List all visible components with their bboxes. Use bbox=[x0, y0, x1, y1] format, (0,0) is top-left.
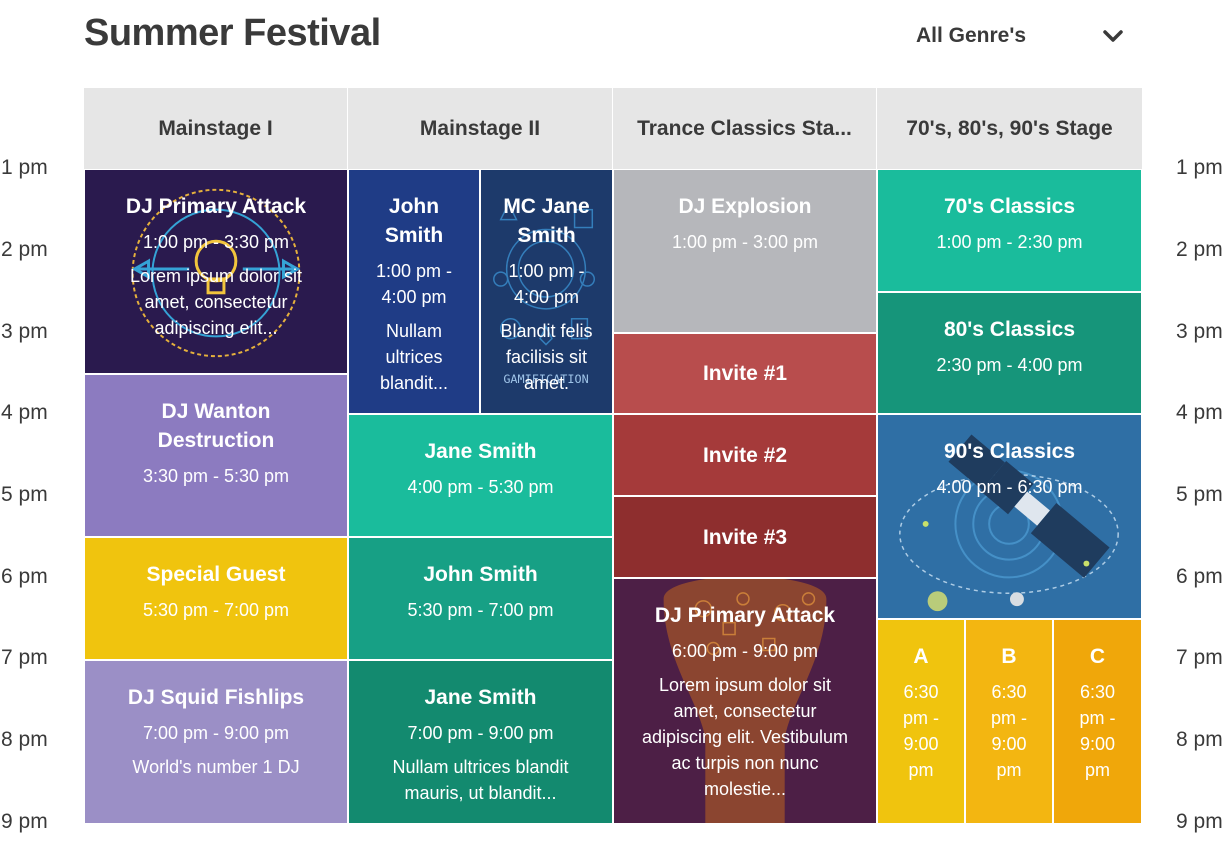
event-description: Blandit felis facilisis sit amet. bbox=[500, 321, 593, 393]
genre-filter-dropdown[interactable]: All Genre's bbox=[916, 20, 1126, 52]
time-label-right: 6 pm bbox=[1176, 565, 1223, 588]
stage-header-retro-stage: 70's, 80's, 90's Stage bbox=[877, 88, 1142, 169]
event-description: World's number 1 DJ bbox=[132, 757, 300, 777]
time-label-right: 1 pm bbox=[1176, 156, 1223, 179]
time-label-left: 4 pm bbox=[1, 401, 48, 424]
genre-filter-label: All Genre's bbox=[916, 24, 1027, 47]
event-jane-smith[interactable]: Jane Smith 4:00 pm - 5:30 pm bbox=[348, 414, 613, 537]
event-b[interactable]: B 6:30 pm - 9:00 pm bbox=[965, 619, 1053, 824]
event-name: Invite #1 bbox=[702, 362, 788, 385]
event-name: Special Guest bbox=[146, 563, 286, 586]
time-label-left: 7 pm bbox=[1, 646, 48, 669]
time-label-right: 8 pm bbox=[1176, 728, 1223, 751]
event-c[interactable]: C 6:30 pm - 9:00 pm bbox=[1053, 619, 1142, 824]
event-name: Invite #2 bbox=[702, 443, 788, 467]
event-mc-jane-smith[interactable]: GAMIFICATION MC Jane Smith 1:00 pm - 4:0… bbox=[480, 169, 613, 414]
event-name: DJ Primary Attack bbox=[654, 604, 836, 627]
event-invite-2[interactable]: Invite #2 bbox=[613, 414, 877, 496]
event-90s-classics[interactable]: 90's Classics 4:00 pm - 6:30 pm bbox=[877, 414, 1142, 619]
time-label-right: 9 pm bbox=[1176, 810, 1223, 833]
event-dj-explosion[interactable]: DJ Explosion 1:00 pm - 3:00 pm bbox=[613, 169, 877, 333]
event-description: Lorem ipsum dolor sit amet, consectetur … bbox=[129, 266, 303, 338]
time-label-right: 3 pm bbox=[1176, 320, 1223, 343]
event-time: 5:30 pm - 7:00 pm bbox=[142, 600, 290, 620]
event-name: DJ Explosion bbox=[678, 195, 812, 218]
stage-header-trance-classics: Trance Classics Sta... bbox=[613, 88, 877, 169]
stage-header-mainstage-2: Mainstage II bbox=[348, 88, 613, 169]
event-name: Jane Smith bbox=[424, 440, 537, 463]
page-title: Summer Festival bbox=[84, 12, 381, 54]
event-name: DJ Squid Fishlips bbox=[127, 686, 305, 709]
event-jane-smith-2[interactable]: Jane Smith 7:00 pm - 9:00 pm Nullam ultr… bbox=[348, 660, 613, 824]
event-name: DJ Wanton Destruction bbox=[157, 400, 275, 452]
event-time: 4:00 pm - 6:30 pm bbox=[936, 477, 1083, 497]
stage-header-mainstage-1: Mainstage I bbox=[84, 88, 348, 169]
event-name: C bbox=[1089, 645, 1106, 668]
event-description: Lorem ipsum dolor sit amet, consectetur … bbox=[641, 675, 849, 799]
event-name: Invite #3 bbox=[702, 525, 788, 549]
event-name: MC Jane Smith bbox=[503, 195, 590, 247]
event-time: 1:00 pm - 2:30 pm bbox=[936, 232, 1083, 252]
event-time: 3:30 pm - 5:30 pm bbox=[142, 466, 290, 486]
event-name: 80's Classics bbox=[943, 318, 1076, 341]
event-name: John Smith bbox=[423, 563, 538, 586]
schedule-grid: Mainstage I Mainstage II Trance Classics… bbox=[84, 88, 1142, 824]
time-label-left: 5 pm bbox=[1, 483, 48, 506]
time-label-right: 2 pm bbox=[1176, 238, 1223, 261]
event-dj-primary-attack[interactable]: DJ Primary Attack 1:00 pm - 3:30 pm Lore… bbox=[84, 169, 348, 374]
event-time: 1:00 pm - 3:30 pm bbox=[142, 232, 290, 252]
time-label-left: 8 pm bbox=[1, 728, 48, 751]
event-name: 70's Classics bbox=[943, 195, 1076, 218]
event-time: 6:30 pm - 9:00 pm bbox=[903, 682, 939, 780]
event-invite-1[interactable]: Invite #1 bbox=[613, 333, 877, 414]
event-dj-wanton-destruction[interactable]: DJ Wanton Destruction 3:30 pm - 5:30 pm bbox=[84, 374, 348, 537]
time-label-left: 2 pm bbox=[1, 238, 48, 261]
time-label-left: 9 pm bbox=[1, 810, 48, 833]
event-time: 5:30 pm - 7:00 pm bbox=[407, 600, 554, 620]
time-label-left: 3 pm bbox=[1, 320, 48, 343]
event-time: 7:00 pm - 9:00 pm bbox=[407, 723, 554, 743]
chevron-down-icon bbox=[1100, 23, 1126, 49]
event-name: 90's Classics bbox=[943, 440, 1076, 463]
time-label-right: 5 pm bbox=[1176, 483, 1223, 506]
event-john-smith[interactable]: John Smith 1:00 pm - 4:00 pm Nullam ultr… bbox=[348, 169, 480, 414]
event-john-smith-2[interactable]: John Smith 5:30 pm - 7:00 pm bbox=[348, 537, 613, 660]
event-description: Nullam ultrices blandit... bbox=[379, 321, 449, 393]
event-time: 7:00 pm - 9:00 pm bbox=[142, 723, 290, 743]
event-invite-3[interactable]: Invite #3 bbox=[613, 496, 877, 578]
time-label-left: 6 pm bbox=[1, 565, 48, 588]
event-time: 6:30 pm - 9:00 pm bbox=[1079, 682, 1116, 780]
event-name: John Smith bbox=[384, 195, 444, 247]
event-special-guest[interactable]: Special Guest 5:30 pm - 7:00 pm bbox=[84, 537, 348, 660]
time-label-right: 4 pm bbox=[1176, 401, 1223, 424]
event-name: A bbox=[913, 645, 929, 668]
event-description: Nullam ultrices blandit mauris, ut bland… bbox=[392, 757, 569, 803]
event-name: Jane Smith bbox=[424, 686, 537, 709]
event-name: DJ Primary Attack bbox=[125, 195, 307, 218]
time-label-right: 7 pm bbox=[1176, 646, 1223, 669]
event-time: 1:00 pm - 4:00 pm bbox=[508, 261, 585, 307]
event-time: 6:00 pm - 9:00 pm bbox=[671, 641, 819, 661]
event-dj-primary-attack-2[interactable]: DJ Primary Attack 6:00 pm - 9:00 pm Lore… bbox=[613, 578, 877, 824]
event-time: 2:30 pm - 4:00 pm bbox=[936, 355, 1083, 375]
time-label-left: 1 pm bbox=[1, 156, 48, 179]
event-time: 1:00 pm - 3:00 pm bbox=[671, 232, 819, 252]
event-80s-classics[interactable]: 80's Classics 2:30 pm - 4:00 pm bbox=[877, 292, 1142, 414]
event-dj-squid-fishlips[interactable]: DJ Squid Fishlips 7:00 pm - 9:00 pm Worl… bbox=[84, 660, 348, 824]
event-time: 6:30 pm - 9:00 pm bbox=[991, 682, 1027, 780]
event-name: B bbox=[1001, 645, 1017, 668]
event-a[interactable]: A 6:30 pm - 9:00 pm bbox=[877, 619, 965, 824]
event-time: 1:00 pm - 4:00 pm bbox=[375, 261, 453, 307]
event-time: 4:00 pm - 5:30 pm bbox=[407, 477, 554, 497]
event-70s-classics[interactable]: 70's Classics 1:00 pm - 2:30 pm bbox=[877, 169, 1142, 292]
